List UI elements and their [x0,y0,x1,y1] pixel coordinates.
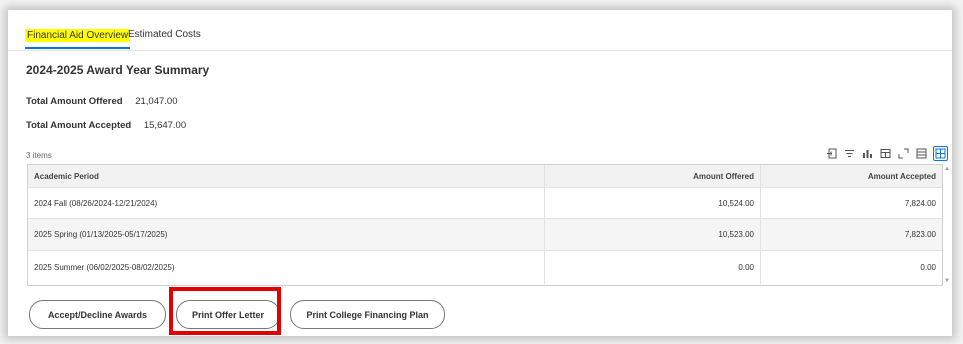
scroll-down-icon[interactable]: ▼ [944,278,950,284]
header-academic-period[interactable]: Academic Period [28,165,545,187]
table-toolbar [825,145,948,161]
header-amount-offered[interactable]: Amount Offered [539,165,761,187]
items-count: 3 items [26,151,52,160]
tab-estimated-costs[interactable]: Estimated Costs [128,29,201,40]
total-accepted-label: Total Amount Accepted [26,120,132,131]
table-row: 2024 Fall (08/26/2024-12/21/2024) 10,524… [28,188,942,219]
export-icon[interactable] [825,147,838,160]
total-offered-row: Total Amount Offered 21,047.00 [26,96,177,107]
table-row: 2025 Spring (01/13/2025-05/17/2025) 10,5… [28,219,942,251]
financial-aid-panel: Financial Aid Overview Estimated Costs 2… [8,10,952,336]
cell-amount-accepted: 7,824.00 [904,198,936,208]
chart-icon[interactable] [861,147,874,160]
total-accepted-value: 15,647.00 [143,120,187,131]
cell-amount-accepted: 0.00 [920,263,936,272]
print-college-financing-plan-button[interactable]: Print College Financing Plan [290,300,445,329]
accept-decline-awards-button[interactable]: Accept/Decline Awards [29,300,166,329]
cell-amount-offered: 10,524.00 [539,188,761,218]
cell-amount-offered: 10,523.00 [539,219,761,250]
header-amount-accepted[interactable]: Amount Accepted [761,165,942,187]
table-header-row: Academic Period Amount Offered Amount Ac… [28,165,942,188]
cell-amount-accepted: 7,823.00 [904,230,936,239]
cell-academic-period: 2024 Fall (08/26/2024-12/21/2024) [28,188,545,218]
table-view-icon[interactable] [879,147,892,160]
filter-icon[interactable] [843,147,856,160]
cell-academic-period: 2025 Spring (01/13/2025-05/17/2025) [28,219,545,250]
scroll-up-icon[interactable]: ▲ [944,166,950,172]
total-offered-value: 21,047.00 [135,96,178,107]
table-row: 2025 Summer (06/02/2025-08/02/2025) 0.00… [28,251,942,284]
annotation-highlight-box [169,287,281,335]
total-accepted-row: Total Amount Accepted 15,647.00 [26,120,186,131]
total-offered-label: Total Amount Offered [26,96,123,107]
tab-financial-aid-overview[interactable]: Financial Aid Overview [25,29,131,49]
grid-active-icon[interactable] [933,145,948,161]
table-scrollbar[interactable]: ▲ ▼ [944,166,950,284]
expand-icon[interactable] [897,147,910,160]
awards-table: Academic Period Amount Offered Amount Ac… [27,164,943,286]
award-year-summary-title: 2024-2025 Award Year Summary [26,63,210,77]
grid-icon[interactable] [915,147,928,160]
tab-bar: Financial Aid Overview Estimated Costs [8,10,952,51]
cell-academic-period: 2025 Summer (06/02/2025-08/02/2025) [28,251,545,284]
cell-amount-offered: 0.00 [539,251,761,284]
